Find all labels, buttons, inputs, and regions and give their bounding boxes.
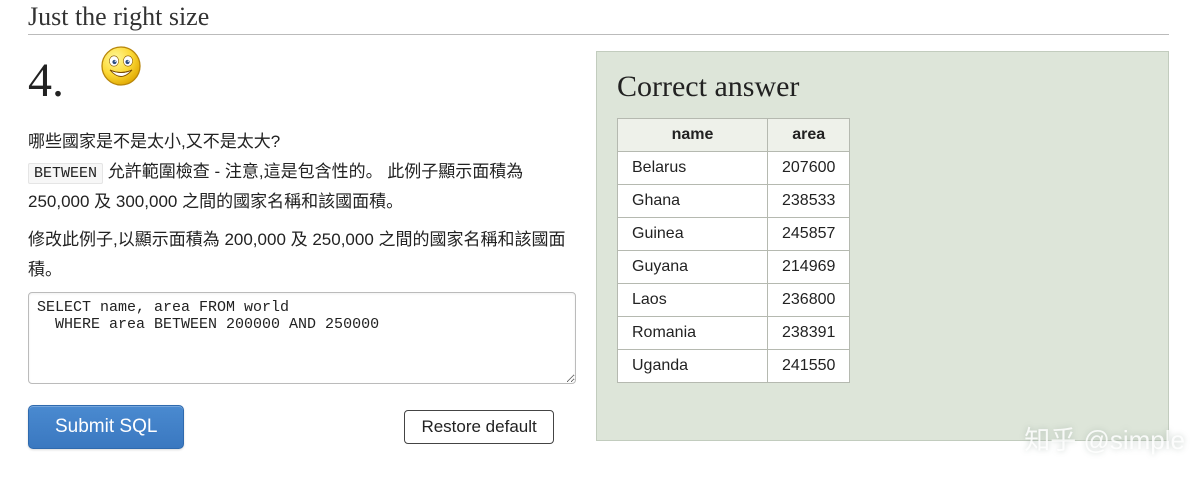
para1-post: 允許範圍檢查 - 注意,這是包含性的。 此例子顯示面積為 250,000 及 3… [28, 162, 523, 211]
submit-sql-button[interactable]: Submit SQL [28, 405, 184, 449]
between-keyword: BETWEEN [28, 163, 103, 184]
cell-area: 236800 [768, 284, 850, 317]
cell-name: Uganda [618, 350, 768, 383]
table-row: Ghana238533 [618, 185, 850, 218]
cell-area: 214969 [768, 251, 850, 284]
cell-name: Belarus [618, 152, 768, 185]
table-header-row: name area [618, 119, 850, 152]
col-header-area: area [768, 119, 850, 152]
cell-name: Guyana [618, 251, 768, 284]
section-title: Just the right size [28, 2, 1169, 35]
cell-name: Guinea [618, 218, 768, 251]
cell-area: 245857 [768, 218, 850, 251]
table-row: Guyana214969 [618, 251, 850, 284]
cell-area: 207600 [768, 152, 850, 185]
cell-name: Romania [618, 317, 768, 350]
col-header-name: name [618, 119, 768, 152]
cell-area: 238391 [768, 317, 850, 350]
sql-input[interactable] [28, 292, 576, 384]
left-column: 4. [28, 51, 576, 449]
table-row: Laos236800 [618, 284, 850, 317]
question-number: 4. [28, 57, 64, 105]
smiley-big-grin-icon [100, 45, 142, 87]
answer-panel[interactable]: Correct answer name area Belarus207600Gh… [596, 51, 1169, 441]
cell-name: Ghana [618, 185, 768, 218]
cell-name: Laos [618, 284, 768, 317]
result-table: name area Belarus207600Ghana238533Guinea… [617, 118, 850, 383]
table-row: Guinea245857 [618, 218, 850, 251]
para1-pre: 哪些國家是不是太小,又不是太大? [28, 132, 280, 151]
answer-title: Correct answer [617, 70, 1148, 104]
question-paragraph-2: 修改此例子,以顯示面積為 200,000 及 250,000 之間的國家名稱和該… [28, 225, 576, 285]
question-paragraph-1: 哪些國家是不是太小,又不是太大? BETWEEN 允許範圍檢查 - 注意,這是包… [28, 127, 576, 217]
table-row: Romania238391 [618, 317, 850, 350]
cell-area: 238533 [768, 185, 850, 218]
restore-default-button[interactable]: Restore default [404, 410, 553, 444]
table-row: Belarus207600 [618, 152, 850, 185]
table-row: Uganda241550 [618, 350, 850, 383]
cell-area: 241550 [768, 350, 850, 383]
